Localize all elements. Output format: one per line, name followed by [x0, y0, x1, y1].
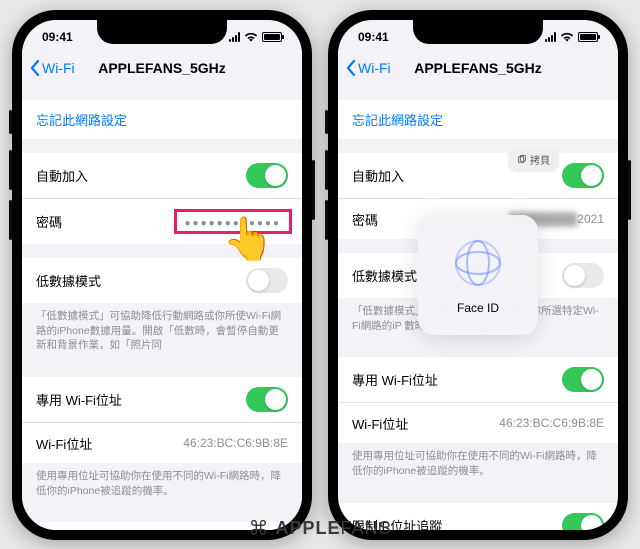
copy-icon	[517, 155, 527, 165]
phone-vol-down	[325, 200, 328, 240]
status-right	[229, 32, 282, 42]
battery-icon	[578, 32, 598, 42]
faceid-icon	[450, 235, 506, 291]
signal-icon	[229, 32, 240, 42]
wifi-address-row: Wi-Fi位址 46:23:BC:C6:9B:8E	[22, 423, 302, 463]
watermark: ⌘ APPLEFANS	[248, 516, 391, 541]
wifi-address-label: Wi-Fi位址	[36, 434, 92, 453]
wifi-address-desc: 使用專用位址可協助你在使用不同的Wi-Fi網路時，降低你的iPhone被追蹤的機…	[338, 443, 618, 488]
screen-right: 09:41 Wi-Fi APPLEFANS_5GHz 忘記此網路設定 自動加入	[338, 20, 618, 530]
private-address-row: 專用 Wi-Fi位址	[22, 377, 302, 423]
forget-network-button[interactable]: 忘記此網路設定	[338, 100, 618, 139]
back-button[interactable]: Wi-Fi	[346, 60, 391, 76]
private-address-toggle[interactable]	[246, 387, 288, 412]
low-data-label: 低數據模式	[352, 266, 417, 285]
password-label: 密碼	[352, 210, 378, 229]
wifi-address-desc: 使用專用位址可協助你在使用不同的Wi-Fi網路時，降低你的iPhone被追蹤的機…	[22, 463, 302, 508]
back-label: Wi-Fi	[42, 60, 75, 76]
auto-join-toggle[interactable]	[562, 163, 604, 188]
phone-side-button	[628, 160, 631, 220]
auto-join-row: 自動加入 拷貝	[338, 153, 618, 199]
password-value-masked: ●●●●●●●●●●●●	[185, 218, 281, 229]
back-button[interactable]: Wi-Fi	[30, 60, 75, 76]
auto-join-toggle[interactable]	[246, 163, 288, 188]
page-title: APPLEFANS_5GHz	[414, 60, 542, 76]
phone-vol-up	[325, 150, 328, 190]
wifi-icon	[244, 32, 258, 42]
limit-ip-toggle[interactable]	[562, 513, 604, 530]
phone-mute-switch	[9, 110, 12, 134]
screen-left: 09:41 Wi-Fi APPLEFANS_5GHz 忘記此網路設定 自動加入	[22, 20, 302, 530]
phone-side-button	[312, 160, 315, 220]
chevron-left-icon	[346, 60, 356, 76]
wifi-address-label: Wi-Fi位址	[352, 414, 408, 433]
phone-mute-switch	[325, 110, 328, 134]
wifi-address-row: Wi-Fi位址 46:23:BC:C6:9B:8E	[338, 403, 618, 443]
low-data-toggle[interactable]	[246, 268, 288, 293]
command-icon: ⌘	[248, 516, 269, 541]
low-data-desc: 「低數據模式」可協助降低行動網路或你所使Wi-Fi網路的iPhone數據用量。開…	[22, 303, 302, 363]
battery-icon	[262, 32, 282, 42]
private-address-label: 專用 Wi-Fi位址	[36, 390, 122, 409]
copy-pill[interactable]: 拷貝	[509, 149, 558, 170]
auto-join-label: 自動加入	[36, 166, 88, 185]
forget-network-button[interactable]: 忘記此網路設定	[22, 100, 302, 139]
signal-icon	[545, 32, 556, 42]
password-row[interactable]: 密碼 ●●●●●●●●●●●●	[22, 199, 302, 244]
wifi-address-value: 46:23:BC:C6:9B:8E	[183, 436, 288, 450]
phone-right: 09:41 Wi-Fi APPLEFANS_5GHz 忘記此網路設定 自動加入	[328, 10, 628, 540]
page-title: APPLEFANS_5GHz	[98, 60, 226, 76]
wifi-icon	[560, 32, 574, 42]
private-address-row: 專用 Wi-Fi位址	[338, 357, 618, 403]
status-right	[545, 32, 598, 42]
notch	[413, 20, 543, 44]
low-data-toggle[interactable]	[562, 263, 604, 288]
nav-bar: Wi-Fi APPLEFANS_5GHz	[338, 50, 618, 86]
private-address-toggle[interactable]	[562, 367, 604, 392]
copy-label: 拷貝	[530, 152, 550, 167]
password-label: 密碼	[36, 212, 62, 231]
low-data-label: 低數據模式	[36, 271, 101, 290]
faceid-overlay: Face ID	[418, 215, 538, 335]
auto-join-row: 自動加入	[22, 153, 302, 199]
chevron-left-icon	[30, 60, 40, 76]
phone-left: 09:41 Wi-Fi APPLEFANS_5GHz 忘記此網路設定 自動加入	[12, 10, 312, 540]
phone-vol-down	[9, 200, 12, 240]
auto-join-label: 自動加入	[352, 166, 404, 185]
status-time: 09:41	[358, 30, 389, 44]
wifi-address-value: 46:23:BC:C6:9B:8E	[499, 416, 604, 430]
password-highlight: ●●●●●●●●●●●●	[174, 209, 292, 234]
private-address-label: 專用 Wi-Fi位址	[352, 370, 438, 389]
content-left[interactable]: 忘記此網路設定 自動加入 密碼 ●●●●●●●●●●●● 低數據模式	[22, 86, 302, 530]
faceid-label: Face ID	[457, 301, 499, 315]
nav-bar: Wi-Fi APPLEFANS_5GHz	[22, 50, 302, 86]
low-data-row: 低數據模式	[22, 258, 302, 303]
back-label: Wi-Fi	[358, 60, 391, 76]
phone-vol-up	[9, 150, 12, 190]
status-time: 09:41	[42, 30, 73, 44]
notch	[97, 20, 227, 44]
